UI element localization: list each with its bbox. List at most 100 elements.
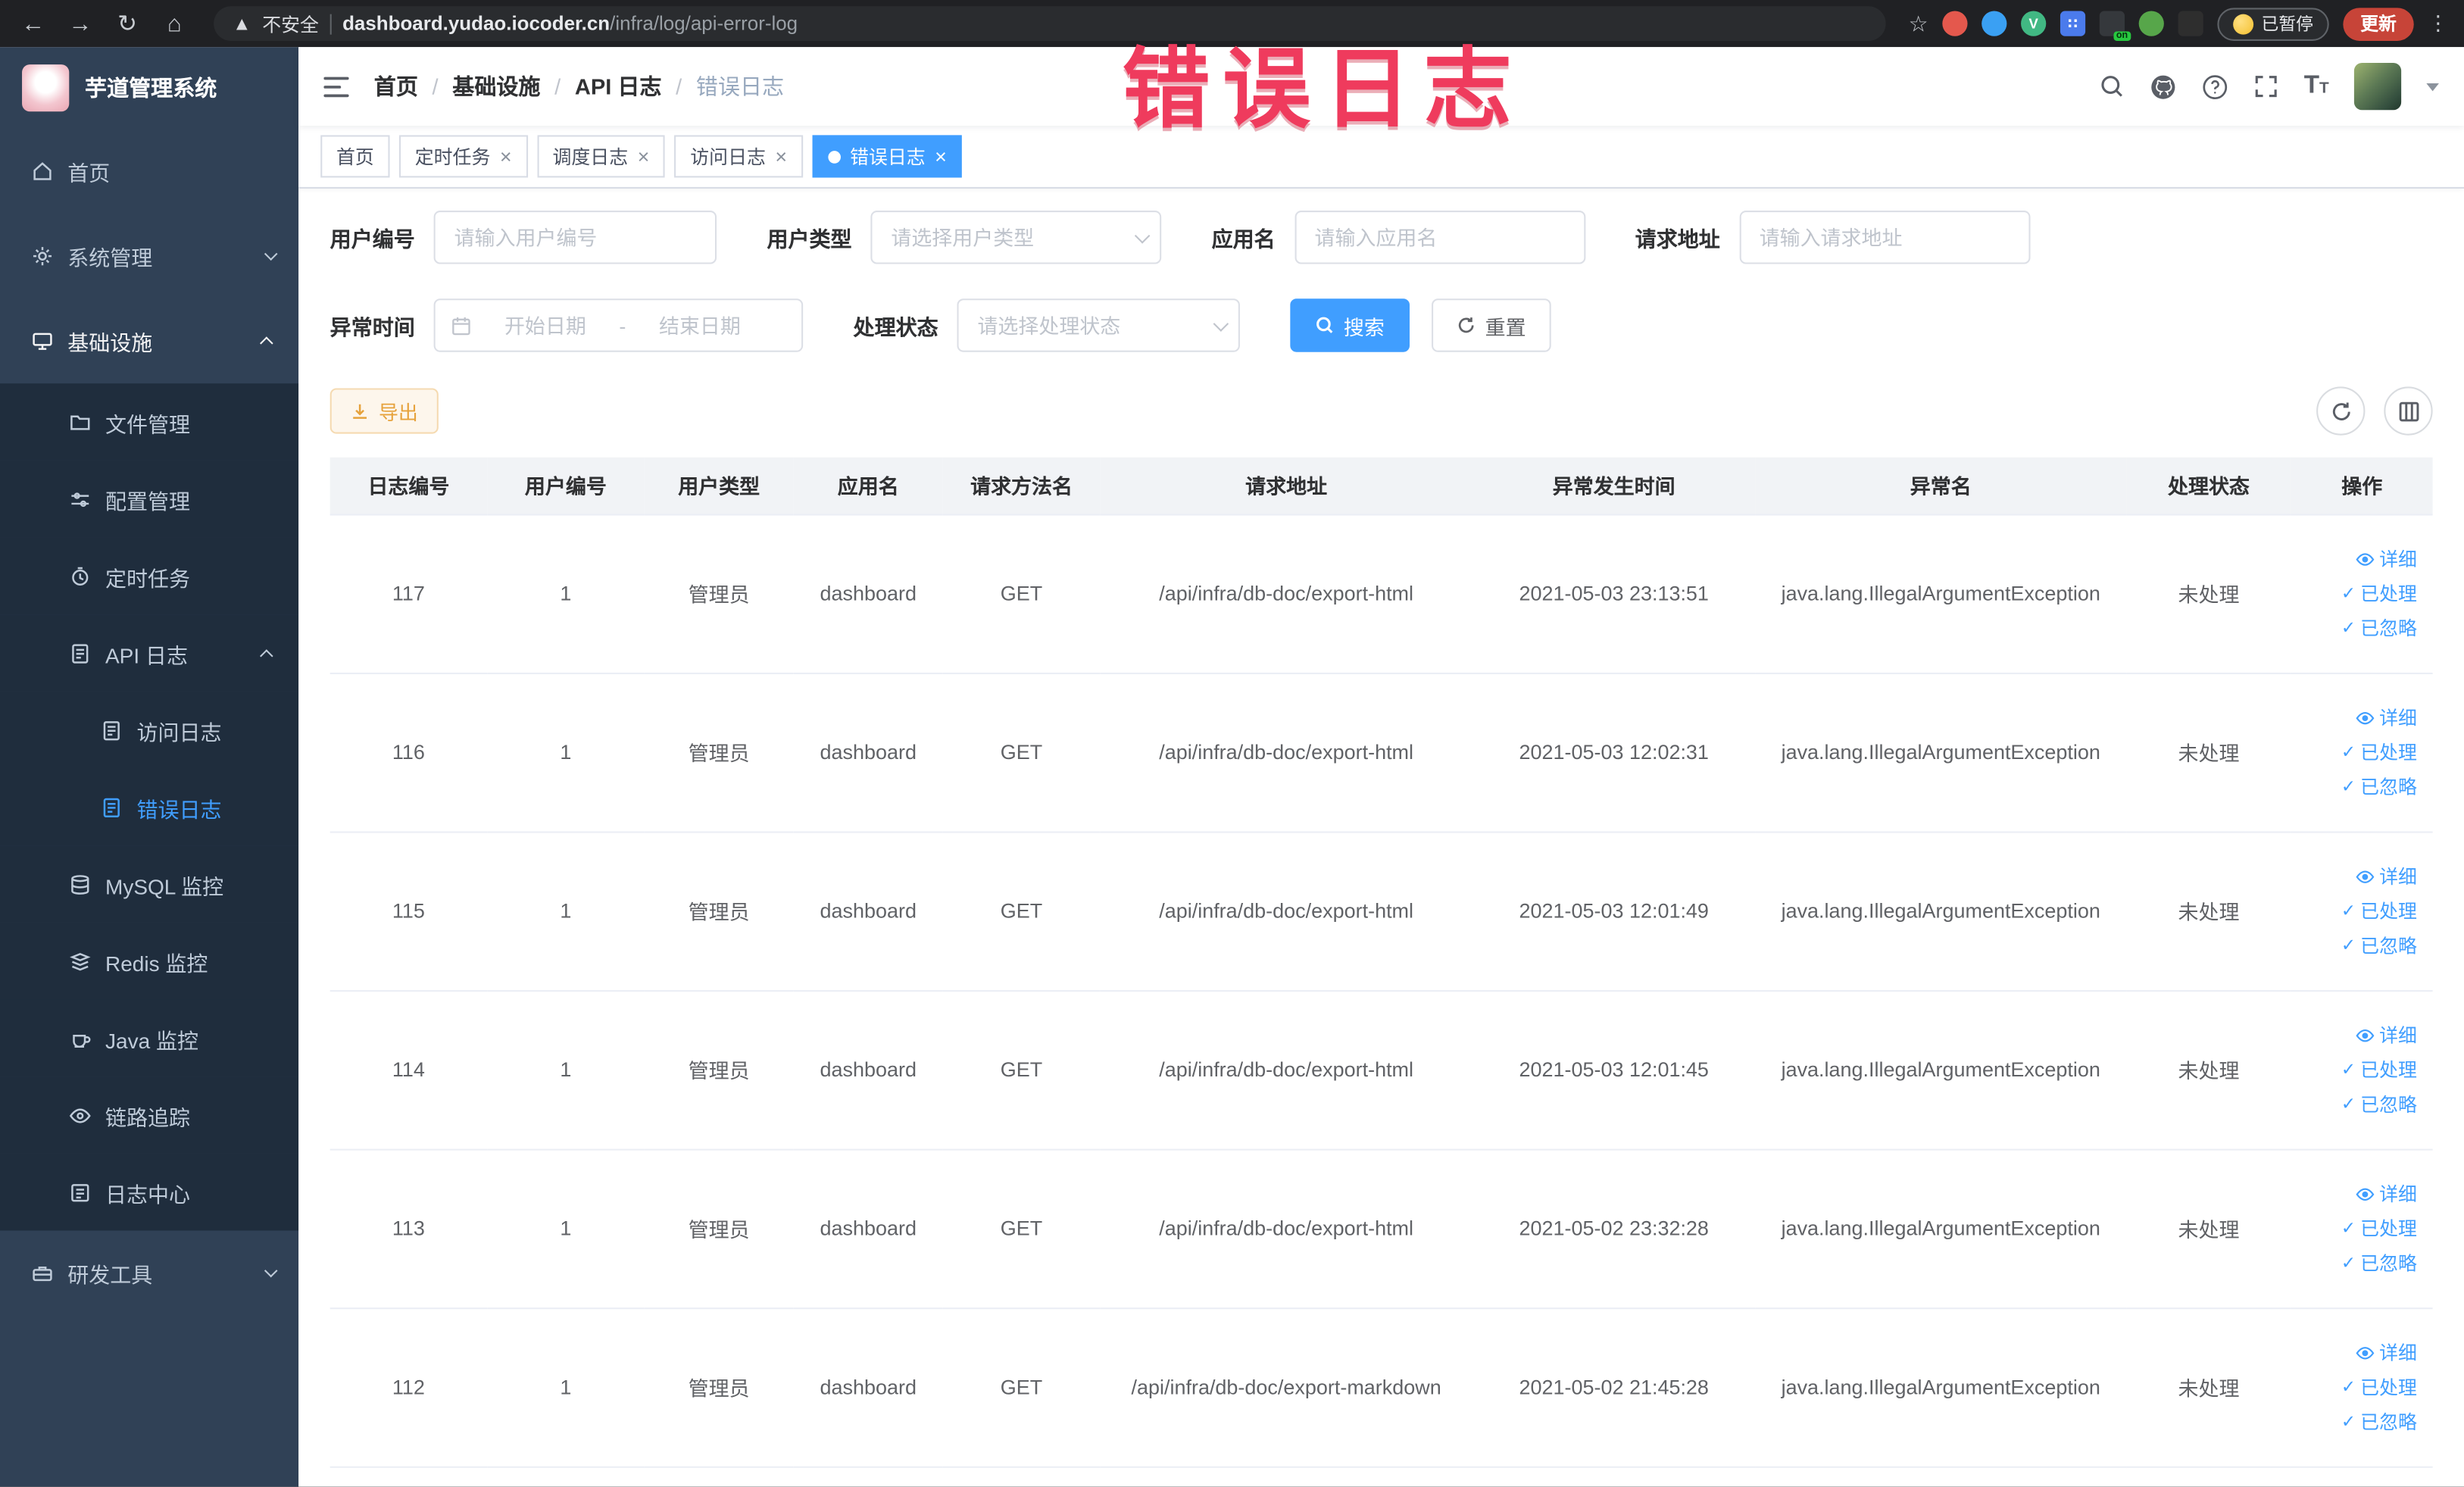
- extension-icon[interactable]: [1942, 11, 1968, 36]
- fullscreen-icon[interactable]: [2253, 74, 2278, 99]
- search-icon[interactable]: [2100, 74, 2125, 99]
- sidebar-item-trace[interactable]: 链路追踪: [0, 1076, 299, 1154]
- close-icon[interactable]: ×: [638, 146, 650, 167]
- app-name-input[interactable]: [1294, 211, 1585, 264]
- detail-link[interactable]: 详细: [2291, 1335, 2417, 1370]
- sidebar-item-error-log[interactable]: 错误日志: [0, 768, 299, 846]
- vue-devtools-icon[interactable]: V: [2021, 11, 2047, 36]
- user-id-cell: 1: [487, 514, 645, 674]
- end-date-input[interactable]: [635, 301, 765, 349]
- paused-badge[interactable]: 已暂停: [2217, 7, 2329, 40]
- sidebar-item-java-monitor[interactable]: Java 监控: [0, 999, 299, 1077]
- tab-home[interactable]: 首页: [320, 135, 390, 178]
- trace-eye-icon: [69, 1104, 91, 1126]
- breadcrumb-item[interactable]: API 日志: [575, 70, 662, 102]
- extension-icon[interactable]: [1982, 11, 2007, 36]
- home-nav-icon[interactable]: ⌂: [157, 6, 192, 41]
- caret-down-icon[interactable]: [2426, 82, 2439, 91]
- detail-link[interactable]: 详细: [2291, 1176, 2417, 1211]
- sidebar-item-label: Redis 监控: [105, 951, 208, 976]
- tab-access-log[interactable]: 访问日志 ×: [674, 135, 803, 178]
- sidebar-item-mysql-monitor[interactable]: MySQL 监控: [0, 845, 299, 923]
- user-type-cell: 管理员: [644, 514, 794, 674]
- sidebar-item-scheduled-tasks[interactable]: 定时任务: [0, 537, 299, 615]
- sidebar-item-label: 定时任务: [105, 566, 191, 591]
- ignored-link[interactable]: ✓ 已忽略: [2291, 1245, 2417, 1280]
- detail-link[interactable]: 详细: [2291, 859, 2417, 894]
- extension-icon[interactable]: [2099, 11, 2131, 41]
- browser-menu-icon[interactable]: ⋮: [2428, 11, 2448, 36]
- search-button[interactable]: 搜索: [1290, 298, 1410, 352]
- process-status-select[interactable]: [957, 298, 1240, 352]
- detail-link[interactable]: 详细: [2291, 700, 2417, 735]
- close-icon[interactable]: ×: [935, 146, 947, 167]
- processed-link[interactable]: ✓ 已处理: [2291, 1052, 2417, 1087]
- sidebar-item-infrastructure[interactable]: 基础设施: [0, 298, 298, 383]
- app-name-label: 应用名: [1211, 227, 1276, 251]
- sidebar-item-system[interactable]: 系统管理: [0, 214, 298, 298]
- date-range-picker[interactable]: -: [433, 298, 804, 352]
- hamburger-icon[interactable]: [323, 75, 351, 98]
- exception-time-cell: 2021-05-03 12:02:31: [1472, 672, 1756, 833]
- reload-icon[interactable]: ↻: [110, 6, 145, 41]
- processed-link[interactable]: ✓ 已处理: [2291, 735, 2417, 770]
- request-url-cell: /api/infra/db-doc/export-html: [1100, 672, 1472, 833]
- ignored-link[interactable]: ✓ 已忽略: [2291, 611, 2417, 645]
- export-button[interactable]: 导出: [329, 388, 439, 434]
- breadcrumb-item[interactable]: 基础设施: [452, 70, 540, 102]
- processed-link[interactable]: ✓ 已处理: [2291, 1370, 2417, 1404]
- processed-link[interactable]: ✓ 已处理: [2291, 893, 2417, 928]
- refresh-button[interactable]: [2316, 386, 2366, 436]
- user-id-input[interactable]: [433, 211, 717, 264]
- github-icon[interactable]: [2150, 73, 2176, 99]
- help-icon[interactable]: [2202, 73, 2228, 99]
- extension-icon[interactable]: [2138, 11, 2164, 36]
- font-size-icon[interactable]: TT: [2304, 73, 2329, 99]
- request-url-cell: /api/infra/db-doc/export-html: [1100, 990, 1472, 1150]
- sidebar: 芋道管理系统 首页 系统管理 基础设施 文件管理 配置管理 定时任务 API 日…: [0, 47, 299, 1487]
- ignored-link[interactable]: ✓ 已忽略: [2291, 1404, 2417, 1439]
- breadcrumb-item[interactable]: 首页: [374, 70, 418, 102]
- puzzle-extension-icon[interactable]: [2178, 11, 2203, 36]
- ignored-link[interactable]: ✓ 已忽略: [2291, 928, 2417, 963]
- sidebar-item-file-management[interactable]: 文件管理: [0, 383, 299, 461]
- sidebar-item-dev-tools[interactable]: 研发工具: [0, 1230, 298, 1315]
- sidebar-item-access-log[interactable]: 访问日志: [0, 691, 299, 769]
- request-url-input[interactable]: [1738, 211, 2030, 264]
- close-icon[interactable]: ×: [500, 146, 512, 167]
- sidebar-item-config-management[interactable]: 配置管理: [0, 460, 299, 538]
- user-type-cell: 管理员: [644, 990, 794, 1150]
- log-center-icon: [69, 1181, 91, 1203]
- detail-link[interactable]: 详细: [2291, 542, 2417, 576]
- processed-link[interactable]: ✓ 已处理: [2291, 576, 2417, 611]
- check-icon: ✓: [2341, 936, 2356, 955]
- bookmark-star-icon[interactable]: ☆: [1909, 10, 1928, 36]
- sidebar-item-api-logs[interactable]: API 日志: [0, 614, 299, 692]
- detail-link[interactable]: 详细: [2291, 1017, 2417, 1052]
- tab-schedule-log[interactable]: 调度日志 ×: [536, 135, 666, 178]
- close-icon[interactable]: ×: [775, 146, 787, 167]
- back-icon[interactable]: ←: [16, 6, 51, 41]
- sidebar-item-label: 日志中心: [105, 1182, 191, 1207]
- column-settings-button[interactable]: [2384, 386, 2433, 436]
- processed-link[interactable]: ✓ 已处理: [2291, 1211, 2417, 1246]
- reset-button[interactable]: 重置: [1432, 298, 1551, 352]
- user-type-select[interactable]: [870, 211, 1162, 264]
- sidebar-item-redis-monitor[interactable]: Redis 监控: [0, 922, 299, 1000]
- start-date-input[interactable]: [480, 301, 610, 349]
- update-button[interactable]: 更新: [2343, 7, 2414, 40]
- user-avatar[interactable]: [2353, 62, 2402, 111]
- ignored-link[interactable]: ✓ 已忽略: [2291, 770, 2417, 804]
- forward-icon[interactable]: →: [63, 6, 98, 41]
- sidebar-item-log-center[interactable]: 日志中心: [0, 1153, 299, 1231]
- sidebar-item-home[interactable]: 首页: [0, 129, 298, 214]
- ignored-link[interactable]: ✓ 已忽略: [2291, 1087, 2417, 1122]
- extension-icon[interactable]: ∷: [2060, 11, 2086, 36]
- app-name-cell: dashboard: [793, 990, 943, 1150]
- exception-time-cell: 2021-05-03 12:01:45: [1472, 990, 1756, 1150]
- app-name-cell: dashboard: [793, 514, 943, 674]
- tab-error-log[interactable]: 错误日志 ×: [812, 135, 963, 178]
- exception-time-label: 异常时间: [329, 316, 415, 340]
- address-bar[interactable]: ▲ 不安全 dashboard.yudao.iocoder.cn/infra/l…: [214, 6, 1887, 41]
- tab-scheduled-tasks[interactable]: 定时任务 ×: [399, 135, 528, 178]
